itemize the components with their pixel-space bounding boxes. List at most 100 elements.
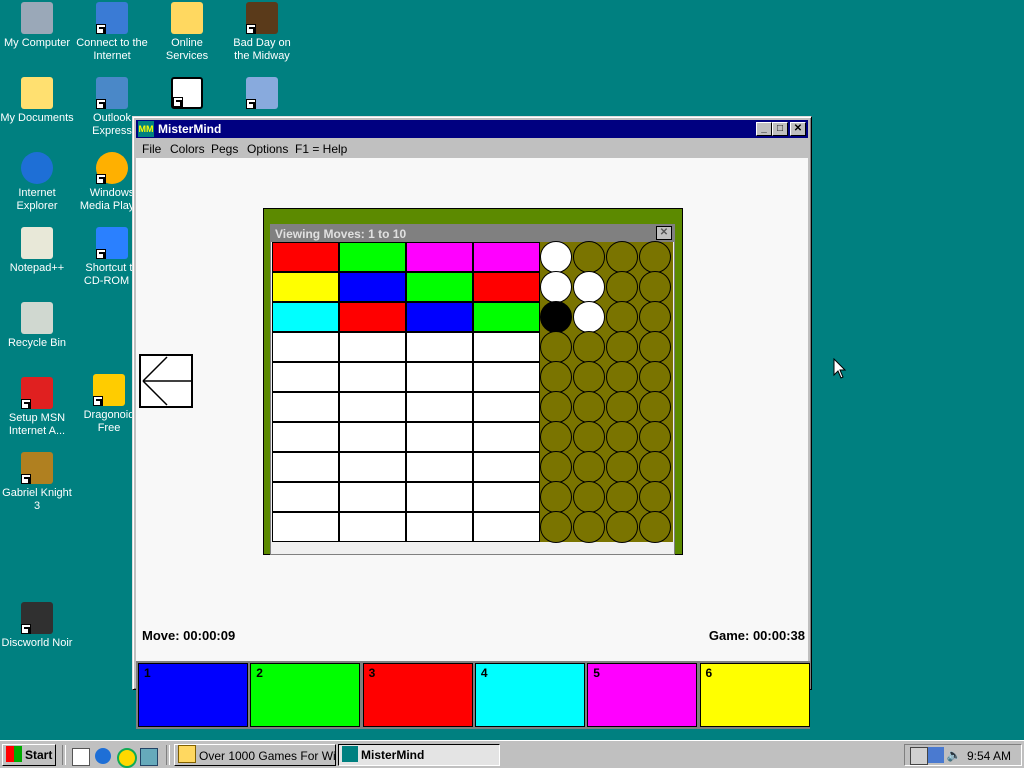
- start-button[interactable]: Start: [2, 744, 56, 766]
- palette-color-5[interactable]: 5: [587, 663, 698, 727]
- volume-tray-icon[interactable]: 🔈: [946, 747, 962, 763]
- task-label: Over 1000 Games For Win...: [199, 749, 336, 763]
- desktop-icon[interactable]: Gabriel Knight 3: [0, 452, 74, 513]
- mistermind-app-icon: MM: [138, 121, 154, 137]
- feedback-hole: [639, 451, 671, 483]
- guess-cell[interactable]: [473, 362, 540, 392]
- guess-cell: [272, 272, 339, 302]
- guess-cell[interactable]: [473, 422, 540, 452]
- guess-cell[interactable]: [339, 392, 406, 422]
- guess-cell[interactable]: [473, 512, 540, 542]
- guess-cell[interactable]: [339, 362, 406, 392]
- guess-cell[interactable]: [406, 512, 473, 542]
- guess-cell[interactable]: [406, 482, 473, 512]
- guess-cell[interactable]: [473, 482, 540, 512]
- guess-cell[interactable]: [473, 392, 540, 422]
- feedback-hole: [573, 481, 605, 513]
- menu-item[interactable]: Pegs: [211, 142, 238, 156]
- mistermind-task-icon: [342, 746, 358, 762]
- feedback-hole: [540, 361, 572, 393]
- guess-cell[interactable]: [272, 482, 339, 512]
- guess-cell[interactable]: [406, 362, 473, 392]
- palette-color-6[interactable]: 6: [699, 663, 810, 727]
- guess-cell[interactable]: [473, 452, 540, 482]
- show-desktop-icon[interactable]: [72, 748, 90, 766]
- guess-cell: [272, 242, 339, 272]
- moves-viewer-close-button[interactable]: ✕: [656, 226, 672, 240]
- outlook-quicklaunch-icon[interactable]: [140, 748, 158, 766]
- guess-cell[interactable]: [339, 332, 406, 362]
- feedback-peg-white: [573, 301, 605, 333]
- close-button[interactable]: ✕: [790, 122, 806, 136]
- windows-media-player-icon: [96, 152, 128, 184]
- minimize-button[interactable]: _: [756, 122, 772, 136]
- maximize-button[interactable]: □: [772, 122, 788, 136]
- desktop-icon[interactable]: Discworld Noir: [0, 602, 74, 650]
- desktop-icon[interactable]: Connect to the Internet: [75, 2, 149, 63]
- guess-cell[interactable]: [339, 482, 406, 512]
- title-bar[interactable]: MM MisterMind _ □ ✕: [136, 120, 808, 138]
- palette-color-3[interactable]: 3: [362, 663, 473, 727]
- palette-color-1[interactable]: 1: [138, 663, 248, 727]
- media-player-quicklaunch-icon[interactable]: [117, 748, 137, 768]
- desktop-icon-label: Recycle Bin: [7, 337, 67, 349]
- desktop-icon[interactable]: [225, 77, 299, 112]
- internet-explorer-quicklaunch-icon[interactable]: [95, 748, 111, 764]
- guess-cell: [473, 242, 540, 272]
- desktop-icon[interactable]: Bad Day on the Midway: [225, 2, 299, 63]
- guess-cell[interactable]: [339, 452, 406, 482]
- folder-window-icon: [178, 745, 196, 763]
- feedback-hole: [573, 421, 605, 453]
- setup-msn-icon: [21, 377, 53, 409]
- palette-color-2[interactable]: 2: [250, 663, 361, 727]
- feedback-hole: [606, 481, 638, 513]
- task-button-games[interactable]: Over 1000 Games For Win...: [174, 744, 336, 766]
- desktop-icon[interactable]: My Computer: [0, 2, 74, 50]
- feedback-hole: [573, 361, 605, 393]
- guess-cell[interactable]: [339, 512, 406, 542]
- guess-cell[interactable]: [272, 392, 339, 422]
- guess-cell[interactable]: [406, 422, 473, 452]
- guess-cell[interactable]: [272, 422, 339, 452]
- feedback-area: [539, 241, 673, 543]
- connect-to-internet-icon: [96, 2, 128, 34]
- feedback-hole: [639, 241, 671, 273]
- palette-color-4[interactable]: 4: [474, 663, 585, 727]
- menu-item[interactable]: Options: [247, 142, 288, 156]
- network-tray-icon[interactable]: [928, 747, 944, 763]
- feedback-hole: [540, 511, 572, 543]
- feedback-hole: [540, 481, 572, 513]
- feedback-hole: [639, 361, 671, 393]
- feedback-peg-white: [573, 271, 605, 303]
- desktop-icon[interactable]: Notepad++: [0, 227, 74, 275]
- guess-cell[interactable]: [406, 452, 473, 482]
- guess-cell[interactable]: [272, 452, 339, 482]
- menu-item[interactable]: Colors: [170, 142, 205, 156]
- feedback-hole: [573, 451, 605, 483]
- guess-cell: [406, 272, 473, 302]
- my-computer-icon: [21, 2, 53, 34]
- guess-cell[interactable]: [406, 332, 473, 362]
- desktop-icon[interactable]: 7z: [150, 77, 224, 112]
- guess-cell[interactable]: [339, 422, 406, 452]
- feedback-hole: [606, 301, 638, 333]
- desktop-icon[interactable]: Setup MSN Internet A...: [0, 377, 74, 438]
- menu-item[interactable]: F1 = Help: [295, 142, 347, 156]
- guess-cell[interactable]: [406, 392, 473, 422]
- guess-cell[interactable]: [272, 332, 339, 362]
- scheduler-tray-icon[interactable]: [910, 747, 928, 765]
- clock[interactable]: 9:54 AM: [967, 749, 1011, 763]
- task-button-mistermind[interactable]: MisterMind: [338, 744, 500, 766]
- guess-cell[interactable]: [272, 362, 339, 392]
- desktop-icon[interactable]: My Documents: [0, 77, 74, 125]
- desktop-icon[interactable]: Online Services: [150, 2, 224, 63]
- arrow-tile[interactable]: [139, 354, 193, 408]
- shortcut-arrow-icon: [21, 474, 31, 484]
- guess-cell[interactable]: [473, 332, 540, 362]
- guess-cell: [406, 242, 473, 272]
- desktop-icon-label: My Documents: [0, 112, 74, 124]
- desktop-icon[interactable]: Internet Explorer: [0, 152, 74, 213]
- desktop-icon[interactable]: Recycle Bin: [0, 302, 74, 350]
- menu-item[interactable]: File: [142, 142, 161, 156]
- guess-cell[interactable]: [272, 512, 339, 542]
